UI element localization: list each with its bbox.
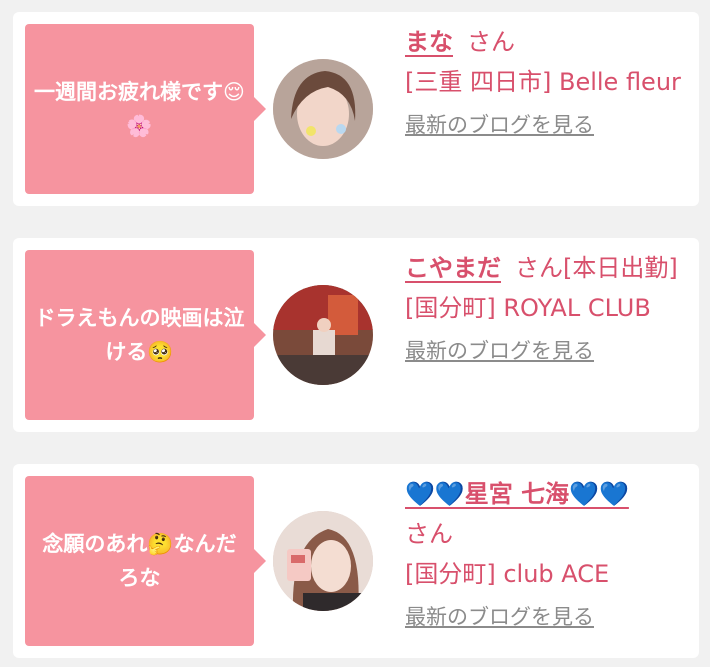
shop-label: [国分町] club ACE (405, 560, 610, 588)
message-bubble: 念願のあれ🤔なんだろな (25, 476, 266, 646)
girl-info: こやまだ さん[本日出勤] [国分町] ROYAL CLUB 最新のブログを見る (405, 248, 695, 368)
honorific: さん[本日出勤] (515, 254, 678, 282)
message-bubble: 一週間お疲れ様です😌🌸 (25, 24, 266, 194)
girl-name-link[interactable]: 💙💙星宮 七海💙💙 (405, 480, 629, 508)
avatar[interactable] (273, 511, 373, 611)
message-text: 念願のあれ🤔なんだろな (42, 532, 237, 590)
girl-info: 💙💙星宮 七海💙💙 さん [国分町] club ACE 最新のブログを見る (405, 474, 695, 634)
message-text: ドラえもんの映画は泣ける🥺 (34, 306, 245, 364)
latest-blog-link[interactable]: 最新のブログを見る (405, 334, 695, 368)
girl-name-link[interactable]: こやまだ (405, 254, 501, 282)
message-bubble: ドラえもんの映画は泣ける🥺 (25, 250, 266, 420)
avatar[interactable] (273, 59, 373, 159)
message-card: 念願のあれ🤔なんだろな 💙💙星宮 七海💙💙 さん [国分町] club ACE 最… (13, 464, 699, 658)
girl-name-link[interactable]: まな (405, 28, 453, 56)
honorific: さん (405, 520, 453, 548)
latest-blog-link[interactable]: 最新のブログを見る (405, 108, 695, 142)
message-card: 一週間お疲れ様です😌🌸 まな さん [三重 四日市] Belle fleur 最新… (13, 12, 699, 206)
message-card: ドラえもんの映画は泣ける🥺 こやまだ さん[本日出勤] [国分町] ROYAL C… (13, 238, 699, 432)
shop-label: [三重 四日市] Belle fleur (405, 68, 681, 96)
shop-label: [国分町] ROYAL CLUB (405, 294, 651, 322)
latest-blog-link[interactable]: 最新のブログを見る (405, 600, 695, 634)
message-text: 一週間お疲れ様です😌🌸 (34, 80, 245, 138)
honorific: さん (467, 28, 515, 56)
avatar[interactable] (273, 285, 373, 385)
girl-info: まな さん [三重 四日市] Belle fleur 最新のブログを見る (405, 22, 695, 142)
